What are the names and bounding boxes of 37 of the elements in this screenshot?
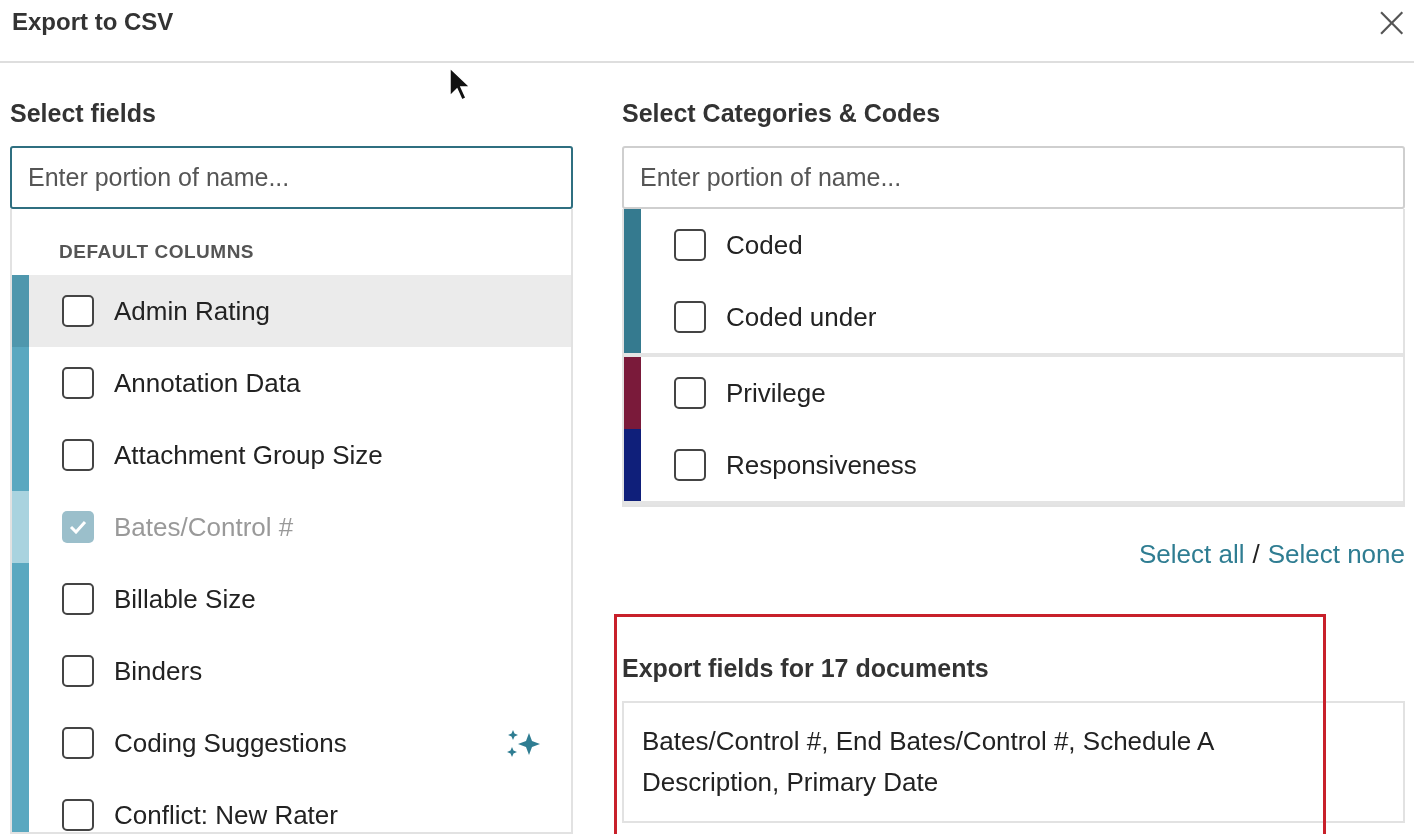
checkbox[interactable] bbox=[62, 439, 94, 471]
category-label: Coded bbox=[726, 229, 803, 261]
category-label: Privilege bbox=[726, 377, 826, 409]
export-fields-box: Bates/Control #, End Bates/Control #, Schedule A Description, Primary Date bbox=[622, 701, 1405, 823]
checkbox[interactable] bbox=[62, 727, 94, 759]
section-heading: Select Categories & Codes bbox=[622, 99, 942, 128]
field-label: Bates/Control # bbox=[114, 511, 294, 543]
checkbox[interactable] bbox=[62, 655, 94, 687]
checkbox[interactable] bbox=[674, 377, 706, 409]
field-label: Admin Rating bbox=[114, 295, 271, 327]
field-label: Conflict: New Rater bbox=[114, 799, 338, 831]
close-button[interactable]: × bbox=[1369, 0, 1414, 44]
checkbox[interactable] bbox=[62, 367, 94, 399]
checkbox[interactable] bbox=[62, 799, 94, 831]
list-section-heading: DEFAULT COLUMNS bbox=[58, 240, 256, 264]
mouse-pointer-icon bbox=[448, 66, 470, 102]
checkmark-icon bbox=[69, 520, 87, 534]
field-label: Coding Suggestions bbox=[114, 727, 347, 759]
checkbox[interactable] bbox=[674, 301, 706, 333]
search-field[interactable]: Enter portion of name... bbox=[10, 146, 573, 209]
field-label: Annotation Data bbox=[114, 367, 301, 399]
checkbox[interactable] bbox=[674, 229, 706, 261]
field-row[interactable]: Admin Rating bbox=[12, 275, 571, 347]
checkbox[interactable] bbox=[674, 449, 706, 481]
checkbox[interactable] bbox=[62, 295, 94, 327]
link-separator: / bbox=[1252, 539, 1260, 570]
select-all-link[interactable]: Select all bbox=[1138, 539, 1245, 570]
section-heading: Select fields bbox=[10, 99, 157, 128]
category-label: Coded under bbox=[726, 301, 877, 333]
select-none-link[interactable]: Select none bbox=[1267, 539, 1405, 570]
export-heading: Export fields for 17 documents bbox=[622, 654, 990, 683]
field-label: Attachment Group Size bbox=[114, 439, 383, 471]
field-label: Billable Size bbox=[114, 583, 256, 615]
dialog-title: Export to CSV bbox=[12, 7, 174, 36]
checkbox[interactable] bbox=[62, 583, 94, 615]
field-label: Binders bbox=[114, 655, 203, 687]
category-label: Responsiveness bbox=[726, 449, 917, 481]
